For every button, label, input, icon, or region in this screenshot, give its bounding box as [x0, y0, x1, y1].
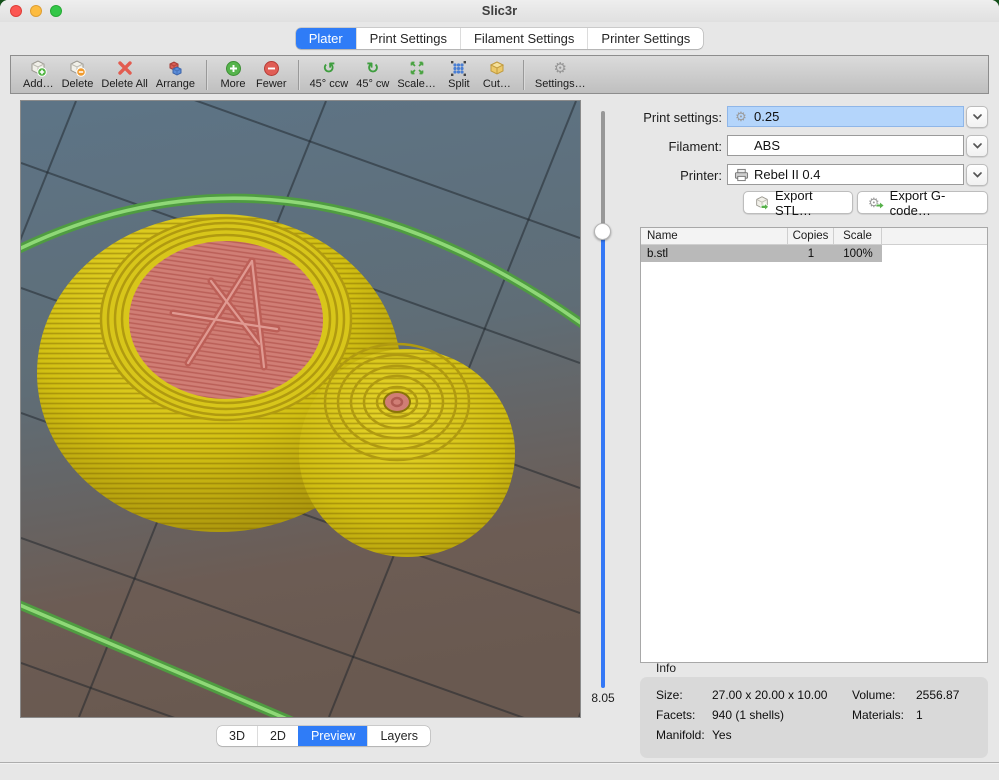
info-panel: Size: 27.00 x 20.00 x 10.00 Volume: 2556…	[640, 677, 988, 758]
printer-icon	[733, 168, 749, 182]
settings-button[interactable]: ⚙ Settings…	[535, 59, 586, 90]
delete-box-icon	[68, 59, 86, 77]
manifold-value: Yes	[712, 728, 732, 742]
info-panel-title: Info	[656, 661, 676, 675]
tab-printer-settings[interactable]: Printer Settings	[587, 28, 703, 49]
export-stl-button[interactable]: Export STL…	[743, 191, 853, 214]
rotate-ccw-button[interactable]: ↺ 45° ccw	[310, 59, 349, 90]
size-value: 27.00 x 20.00 x 10.00	[712, 688, 827, 702]
split-dots-icon	[450, 59, 467, 77]
column-header-copies[interactable]: Copies	[788, 228, 834, 244]
view-switcher: 3D 2D Preview Layers	[217, 726, 430, 746]
column-header-scale[interactable]: Scale	[834, 228, 882, 244]
view-layers-button[interactable]: Layers	[367, 726, 430, 746]
toolbar-separator	[523, 60, 524, 90]
printer-label: Printer:	[600, 168, 722, 183]
gear-icon: ⚙	[733, 109, 749, 124]
object-list[interactable]: Name Copies Scale b.stl 1 100%	[640, 227, 988, 663]
chevron-down-icon	[972, 171, 983, 179]
window-title: Slic3r	[0, 3, 999, 18]
preview-3d-viewport[interactable]	[20, 100, 581, 718]
view-3d-button[interactable]: 3D	[217, 726, 257, 746]
arrange-button[interactable]: Arrange	[156, 59, 195, 90]
more-button[interactable]: More	[218, 59, 248, 90]
table-row[interactable]: b.stl 1 100%	[641, 245, 882, 262]
materials-label: Materials:	[852, 708, 904, 722]
print-settings-dropdown-button[interactable]	[966, 106, 988, 128]
main-tab-bar: Plater Print Settings Filament Settings …	[0, 28, 999, 49]
status-bar-divider	[0, 762, 999, 763]
gear-icon: ⚙	[554, 59, 567, 77]
filament-label: Filament:	[600, 139, 722, 154]
filament-combo[interactable]: ABS	[727, 135, 964, 156]
column-header-name[interactable]: Name	[641, 228, 788, 244]
volume-value: 2556.87	[916, 688, 959, 702]
delete-button[interactable]: Delete	[62, 59, 94, 90]
export-gcode-icon: ⚙	[868, 195, 885, 210]
layer-slider-thumb[interactable]	[594, 223, 611, 240]
delete-all-x-icon	[116, 59, 134, 77]
cut-box-icon	[488, 59, 506, 77]
rotate-cw-icon: ↻	[366, 59, 379, 77]
add-box-icon	[29, 59, 47, 77]
rotate-ccw-icon: ↺	[323, 59, 336, 77]
tab-plater[interactable]: Plater	[296, 28, 356, 49]
view-2d-button[interactable]: 2D	[257, 726, 298, 746]
object-name-cell: b.stl	[641, 248, 788, 260]
object-scale-cell: 100%	[834, 248, 882, 260]
printer-value: Rebel II 0.4	[754, 167, 821, 182]
print-settings-value: 0.25	[754, 109, 779, 124]
fewer-minus-icon	[263, 59, 280, 77]
title-bar: Slic3r	[0, 0, 999, 22]
plater-toolbar: Add… Delete Delete All Arrange More	[10, 55, 989, 94]
tab-print-settings[interactable]: Print Settings	[356, 28, 460, 49]
column-header-spacer	[882, 228, 987, 244]
layer-slider-track-filled[interactable]	[601, 231, 605, 688]
scale-button[interactable]: Scale…	[397, 59, 436, 90]
printer-dropdown-button[interactable]	[966, 164, 988, 186]
size-label: Size:	[656, 688, 683, 702]
object-list-header: Name Copies Scale	[641, 228, 987, 245]
export-gcode-button[interactable]: ⚙ Export G-code…	[857, 191, 988, 214]
print-settings-label: Print settings:	[600, 110, 722, 125]
print-settings-combo[interactable]: ⚙ 0.25	[727, 106, 964, 127]
scale-arrows-icon	[408, 59, 426, 77]
toolbar-separator	[206, 60, 207, 90]
cut-button[interactable]: Cut…	[482, 59, 512, 90]
layer-slider-value: 8.05	[582, 691, 624, 705]
facets-value: 940 (1 shells)	[712, 708, 784, 722]
object-copies-cell: 1	[788, 248, 834, 260]
filament-dropdown-button[interactable]	[966, 135, 988, 157]
manifold-label: Manifold:	[656, 728, 705, 742]
add-button[interactable]: Add…	[23, 59, 54, 90]
facets-label: Facets:	[656, 708, 695, 722]
arrange-cubes-icon	[166, 59, 184, 77]
toolbar-separator	[298, 60, 299, 90]
chevron-down-icon	[972, 113, 983, 121]
export-stl-icon	[754, 195, 770, 211]
view-preview-button[interactable]: Preview	[298, 726, 367, 746]
fewer-button[interactable]: Fewer	[256, 59, 287, 90]
rotate-cw-button[interactable]: ↻ 45° cw	[356, 59, 389, 90]
split-button[interactable]: Split	[444, 59, 474, 90]
materials-value: 1	[916, 708, 923, 722]
chevron-down-icon	[972, 142, 983, 150]
volume-label: Volume:	[852, 688, 895, 702]
filament-value: ABS	[754, 138, 780, 153]
printer-combo[interactable]: Rebel II 0.4	[727, 164, 964, 185]
delete-all-button[interactable]: Delete All	[101, 59, 147, 90]
tab-filament-settings[interactable]: Filament Settings	[460, 28, 587, 49]
more-plus-icon	[225, 59, 242, 77]
slic3r-window: Slic3r Plater Print Settings Filament Se…	[0, 0, 999, 780]
